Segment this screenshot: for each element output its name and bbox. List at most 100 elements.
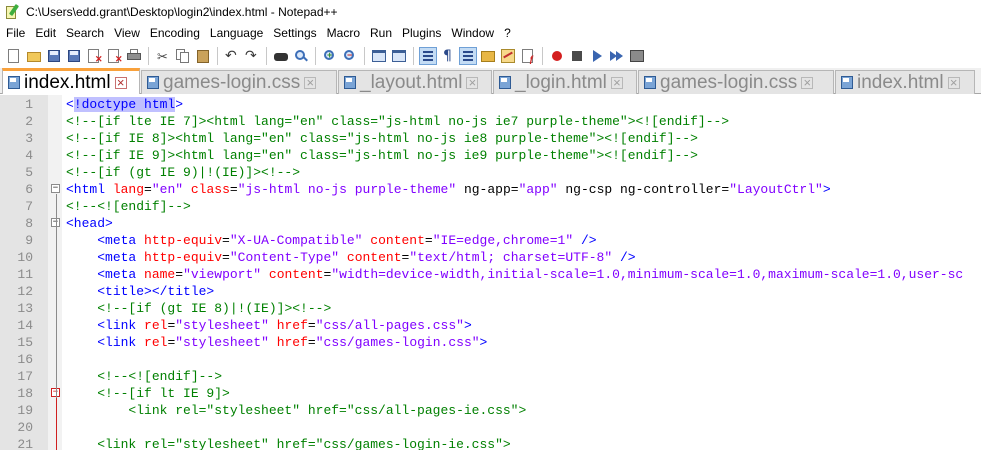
show-all-chars-icon[interactable]: ¶ <box>440 48 456 64</box>
toolbar-separator <box>217 46 218 65</box>
tab-close-icon[interactable]: × <box>114 76 127 89</box>
cut-icon[interactable]: ✂ <box>155 48 171 64</box>
code-line[interactable]: 14 <link rel="stylesheet" href="css/all-… <box>0 317 981 334</box>
find-icon[interactable] <box>273 48 289 64</box>
menu-language[interactable]: Language <box>205 23 268 43</box>
menu-file[interactable]: File <box>0 23 30 43</box>
indent-guide-icon[interactable] <box>459 46 477 65</box>
sync-vertical-icon[interactable] <box>371 48 387 64</box>
line-number: 7 <box>25 199 33 214</box>
menu-edit[interactable]: Edit <box>30 23 61 43</box>
menu-help[interactable]: ? <box>499 23 516 43</box>
menu-window[interactable]: Window <box>446 23 499 43</box>
code-token: class <box>190 182 230 197</box>
new-file-icon[interactable] <box>6 48 22 64</box>
code-line[interactable]: 8−<head> <box>0 215 981 232</box>
code-line[interactable]: 13 <!--[if (gt IE 8)|!(IE)]><!--> <box>0 300 981 317</box>
code-line[interactable]: 15 <link rel="stylesheet" href="css/game… <box>0 334 981 351</box>
tab-close-icon[interactable]: × <box>466 76 479 89</box>
tab-layout-html[interactable]: _layout.html × <box>338 70 492 94</box>
code-line[interactable]: 9 <meta http-equiv="X-UA-Compatible" con… <box>0 232 981 249</box>
code-token: "IE=edge,chrome=1" <box>432 233 574 248</box>
copy-icon[interactable] <box>175 48 191 64</box>
print-icon[interactable] <box>126 48 142 64</box>
code-text: <!--<![endif]--> <box>66 198 191 215</box>
redo-icon[interactable]: ↷ <box>244 48 260 64</box>
menu-search[interactable]: Search <box>61 23 109 43</box>
menu-run[interactable]: Run <box>365 23 397 43</box>
code-token: > <box>463 318 472 333</box>
code-line[interactable]: 1 <!doctype html> <box>0 96 981 113</box>
code-line[interactable]: 4 <!--[if IE 9]><html lang="en" class="js… <box>0 147 981 164</box>
sync-horizontal-icon[interactable] <box>391 48 407 64</box>
paste-icon[interactable] <box>195 48 211 64</box>
code-line[interactable]: 7 <!--<![endif]--> <box>0 198 981 215</box>
tab-close-icon[interactable]: × <box>947 76 960 89</box>
undo-icon[interactable]: ↶ <box>224 48 240 64</box>
code-line[interactable]: 2 <!--[if lte IE 7]><html lang="en" class… <box>0 113 981 130</box>
file-icon <box>499 76 511 89</box>
open-file-icon[interactable] <box>26 48 42 64</box>
word-wrap-icon[interactable] <box>419 46 437 65</box>
tab-index-html[interactable]: index.html × <box>2 68 140 94</box>
record-macro-icon[interactable] <box>549 48 565 64</box>
code-token: "css/all-pages.css" <box>315 318 464 333</box>
code-token: href <box>276 335 308 350</box>
code-line[interactable]: 6− <html lang="en" class="js-html no-js p… <box>0 181 981 198</box>
tab-games-login-css[interactable]: games-login.css × <box>141 70 337 94</box>
code-line[interactable]: 18− <!--[if lt IE 9]> <box>0 385 981 402</box>
stop-macro-icon[interactable] <box>569 48 585 64</box>
play-macro-icon[interactable] <box>589 48 605 64</box>
code-token: "js-html no-js purple-theme" <box>237 182 457 197</box>
fold-toggle-icon[interactable]: − <box>51 184 60 193</box>
code-text: <!--[if (gt IE 9)|!(IE)]><!--> <box>66 164 300 181</box>
code-line[interactable]: 3 <!--[if IE 8]><html lang="en" class="js… <box>0 130 981 147</box>
code-line[interactable]: 16 <box>0 351 981 368</box>
close-file-icon[interactable]: ✕ <box>86 48 103 64</box>
code-text: <head> <box>66 215 113 232</box>
code-line[interactable]: 21 <link rel="stylesheet" href="css/game… <box>0 436 981 450</box>
tab-close-icon[interactable]: × <box>801 76 814 89</box>
code-text: <meta http-equiv="Content-Type" content=… <box>66 249 635 266</box>
user-defined-language-icon[interactable] <box>480 48 496 64</box>
code-line[interactable]: 12 <title></title> <box>0 283 981 300</box>
menu-settings[interactable]: Settings <box>268 23 321 43</box>
code-token: <link <box>97 335 145 350</box>
toolbar-separator <box>315 46 316 65</box>
menu-view[interactable]: View <box>109 23 145 43</box>
menu-plugins[interactable]: Plugins <box>397 23 446 43</box>
code-line[interactable]: 20 <box>0 419 981 436</box>
close-all-icon[interactable]: ✕ <box>106 48 123 64</box>
doc-map-icon[interactable] <box>500 48 516 64</box>
tab-close-icon[interactable]: × <box>610 76 623 89</box>
save-icon[interactable] <box>46 48 62 64</box>
code-text: <!doctype html> <box>66 96 183 113</box>
code-line[interactable]: 5 <!--[if (gt IE 9)|!(IE)]><!--> <box>0 164 981 181</box>
save-macro-icon[interactable] <box>629 48 645 64</box>
save-all-icon[interactable] <box>66 48 82 64</box>
tab-login-html[interactable]: _login.html × <box>493 70 637 94</box>
code-token: <!--[if IE 8]><html lang="en" class="js-… <box>66 131 698 146</box>
tab-close-icon[interactable]: × <box>304 76 317 89</box>
function-list-icon[interactable]: ƒ <box>520 48 536 64</box>
code-token: http-equiv <box>144 233 223 248</box>
code-token: lang <box>112 182 145 197</box>
menu-encoding[interactable]: Encoding <box>145 23 205 43</box>
zoom-out-icon[interactable]: − <box>342 48 358 64</box>
code-line[interactable]: 10 <meta http-equiv="Content-Type" conte… <box>0 249 981 266</box>
menu-macro[interactable]: Macro <box>322 23 365 43</box>
run-macro-multiple-icon[interactable] <box>609 48 625 64</box>
tab-games-login-css-2[interactable]: games-login.css × <box>638 70 834 94</box>
tab-index-html-2[interactable]: index.html × <box>835 70 975 94</box>
code-editor[interactable]: 1 <!doctype html> 2 <!--[if lte IE 7]><html… <box>0 95 981 450</box>
line-number: 15 <box>17 335 33 350</box>
replace-icon[interactable] <box>293 48 309 64</box>
zoom-in-icon[interactable]: + <box>322 48 338 64</box>
code-line[interactable]: 11 <meta name="viewport" content="width=… <box>0 266 981 283</box>
code-line[interactable]: 17 <!--<![endif]--> <box>0 368 981 385</box>
code-line[interactable]: 19 <link rel="stylesheet" href="css/all-… <box>0 402 981 419</box>
